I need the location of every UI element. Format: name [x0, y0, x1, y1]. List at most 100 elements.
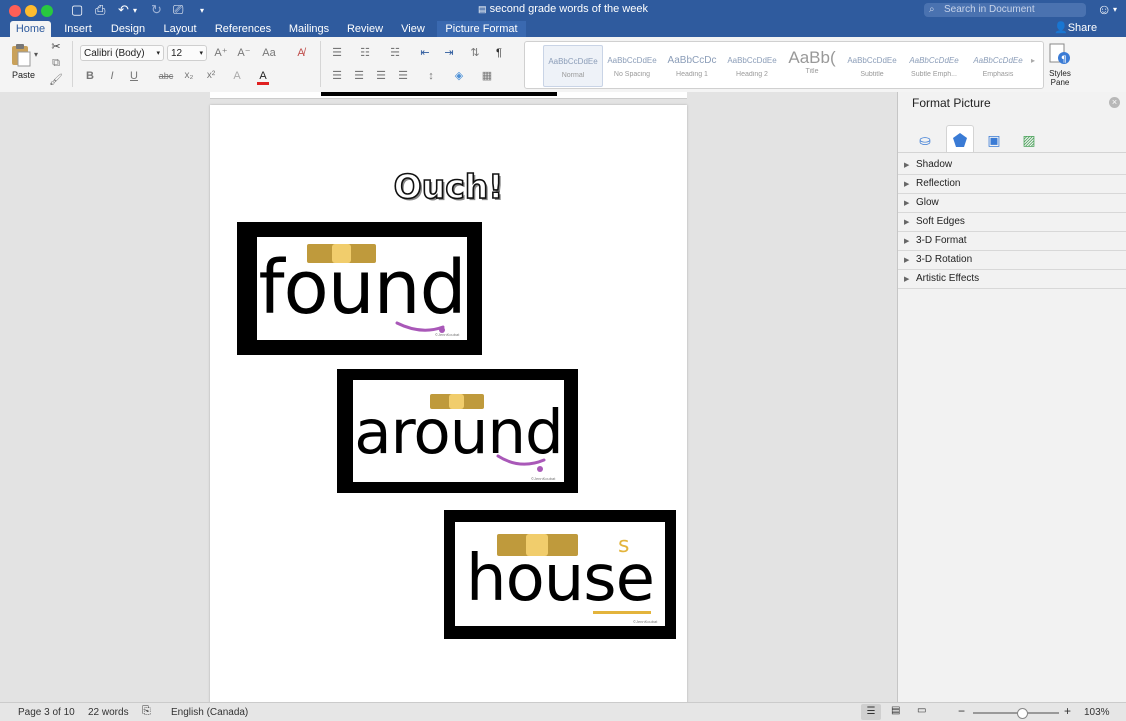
- word-count[interactable]: 22 words: [88, 707, 129, 718]
- text-effects-icon[interactable]: A: [228, 68, 246, 84]
- tab-layout[interactable]: Layout: [157, 21, 203, 37]
- increase-indent-icon[interactable]: ⇥: [440, 45, 458, 61]
- copy-icon[interactable]: ⧉: [47, 55, 65, 71]
- styles-pane-label: Styles Pane: [1049, 69, 1071, 87]
- zoom-out-button[interactable]: −: [958, 704, 965, 718]
- cut-icon[interactable]: ✂: [47, 39, 65, 55]
- gallery-scroll-icon[interactable]: ▸: [1031, 56, 1035, 65]
- show-formatting-icon[interactable]: ¶: [490, 45, 508, 61]
- section-artistic-effects[interactable]: ▶ Artistic Effects: [898, 269, 1126, 289]
- justify-icon[interactable]: ☰: [394, 68, 412, 84]
- underline-mark: [593, 611, 651, 614]
- section-soft-edges[interactable]: ▶ Soft Edges: [898, 212, 1126, 232]
- change-case-icon[interactable]: Aa: [260, 45, 278, 61]
- clipboard-icon: [12, 44, 31, 67]
- line-spacing-icon[interactable]: ↕: [422, 68, 440, 84]
- bold-icon[interactable]: B: [81, 68, 99, 84]
- language-indicator[interactable]: English (Canada): [171, 707, 248, 718]
- zoom-slider-track[interactable]: [973, 712, 1059, 714]
- style-no-spacing[interactable]: AaBbCcDdEe No Spacing: [603, 45, 661, 85]
- paste-label: Paste: [12, 70, 36, 80]
- style-subtitle[interactable]: AaBbCcDdEe Subtitle: [843, 45, 901, 85]
- card-word: found: [258, 245, 466, 331]
- font-size-select[interactable]: 12 ▾: [167, 45, 207, 61]
- print-layout-view-icon[interactable]: ☰: [861, 704, 881, 720]
- superscript-icon[interactable]: x²: [202, 68, 220, 84]
- layout-properties-tab[interactable]: ▣: [981, 128, 1007, 152]
- grow-font-icon[interactable]: A⁺: [212, 45, 230, 61]
- tab-view[interactable]: View: [395, 21, 431, 37]
- style-heading-1[interactable]: AaBbCcDc Heading 1: [663, 45, 721, 85]
- italic-icon[interactable]: I: [103, 68, 121, 84]
- section-3d-format[interactable]: ▶ 3-D Format: [898, 231, 1126, 251]
- focus-view-icon[interactable]: ▭: [917, 705, 926, 716]
- smiley-feedback-icon[interactable]: ☺: [1097, 1, 1111, 17]
- sort-icon[interactable]: ⇅: [466, 45, 484, 61]
- multilevel-list-icon[interactable]: ☵: [386, 45, 404, 61]
- tab-references[interactable]: References: [210, 21, 276, 37]
- word-card-found[interactable]: found ©JennKoubat: [237, 222, 482, 355]
- align-center-icon[interactable]: ☰: [350, 68, 368, 84]
- search-icon: ⌕: [929, 4, 935, 15]
- align-left-icon[interactable]: ☰: [328, 68, 346, 84]
- style-heading-2[interactable]: AaBbCcDdEe Heading 2: [723, 45, 781, 85]
- document-page[interactable]: Ouch! found ©JennKoubat around ©JennKoub…: [210, 105, 687, 715]
- section-reflection[interactable]: ▶ Reflection: [898, 174, 1126, 194]
- numbering-icon[interactable]: ☷: [356, 45, 374, 61]
- picture-tab[interactable]: ▨: [1016, 128, 1042, 152]
- ribbon: ▾ Paste ✂ ⧉ 🖌 Calibri (Body) ▾ 12 ▾ A⁺ A…: [0, 37, 1126, 93]
- shrink-font-icon[interactable]: A⁻: [235, 45, 253, 61]
- align-right-icon[interactable]: ☰: [372, 68, 390, 84]
- format-painter-icon[interactable]: 🖌: [47, 72, 65, 88]
- card-copyright: ©JennKoubat: [531, 476, 556, 481]
- effects-tab[interactable]: [946, 125, 974, 153]
- feedback-dropdown-icon[interactable]: ▾: [1113, 5, 1117, 14]
- word-card-house[interactable]: s house ©JennKoubat: [444, 510, 676, 639]
- section-3d-rotation[interactable]: ▶ 3-D Rotation: [898, 250, 1126, 270]
- zoom-slider-handle[interactable]: [1017, 708, 1028, 719]
- decrease-indent-icon[interactable]: ⇤: [416, 45, 434, 61]
- style-name: Subtitle: [860, 71, 884, 78]
- close-pane-button[interactable]: ×: [1109, 97, 1120, 108]
- fill-line-tab[interactable]: ⛀: [912, 128, 938, 152]
- tab-picture-format[interactable]: Picture Format: [437, 21, 526, 37]
- borders-icon[interactable]: ▦: [478, 68, 496, 84]
- zoom-level[interactable]: 103%: [1084, 707, 1110, 718]
- strikethrough-icon[interactable]: abc: [157, 68, 175, 84]
- section-label: Artistic Effects: [916, 273, 980, 284]
- smile-mark-icon: [496, 454, 546, 472]
- proofing-icon[interactable]: ⎘: [142, 705, 151, 718]
- format-picture-pane: Format Picture × ⛀ ▣ ▨ ▶ Shadow ▶ Reflecti…: [897, 92, 1126, 702]
- tab-review[interactable]: Review: [342, 21, 388, 37]
- tab-home[interactable]: Home: [10, 21, 51, 37]
- subscript-icon[interactable]: x₂: [180, 68, 198, 84]
- style-preview: AaBb(: [788, 48, 836, 67]
- section-shadow[interactable]: ▶ Shadow: [898, 155, 1126, 175]
- styles-pane-button[interactable]: ¶: [1048, 43, 1072, 67]
- page-count[interactable]: Page 3 of 10: [18, 707, 75, 718]
- picture-icon: ▨: [1022, 132, 1036, 148]
- tab-insert[interactable]: Insert: [58, 21, 98, 37]
- bullets-icon[interactable]: ☰: [328, 45, 346, 61]
- tab-mailings[interactable]: Mailings: [283, 21, 335, 37]
- zoom-in-button[interactable]: +: [1064, 704, 1071, 718]
- style-subtle-emphasis[interactable]: AaBbCcDdEe Subtle Emph...: [905, 45, 963, 85]
- clear-formatting-icon[interactable]: A̸: [292, 45, 310, 61]
- style-emphasis[interactable]: AaBbCcDdEe Emphasis: [969, 45, 1027, 85]
- web-layout-view-icon[interactable]: ▤: [891, 705, 900, 716]
- style-normal[interactable]: AaBbCcDdEe Normal: [543, 45, 603, 87]
- word-card-around[interactable]: around ©JennKoubat: [337, 369, 578, 493]
- chevron-down-icon: ▾: [199, 50, 203, 57]
- paste-button[interactable]: [10, 43, 32, 67]
- search-document-field[interactable]: ⌕ Search in Document: [924, 3, 1086, 17]
- share-button[interactable]: 👤Share: [1054, 21, 1097, 34]
- document-area[interactable]: Ouch! found ©JennKoubat around ©JennKoub…: [0, 92, 897, 715]
- shading-icon[interactable]: ◈: [450, 68, 468, 84]
- tab-design[interactable]: Design: [106, 21, 150, 37]
- underline-icon[interactable]: U: [125, 68, 143, 84]
- font-name-select[interactable]: Calibri (Body) ▾: [80, 45, 164, 61]
- style-title[interactable]: AaBb( Title: [783, 45, 841, 85]
- section-glow[interactable]: ▶ Glow: [898, 193, 1126, 213]
- paste-dropdown-icon[interactable]: ▾: [34, 50, 38, 59]
- style-preview: AaBbCcDdEe: [607, 56, 657, 65]
